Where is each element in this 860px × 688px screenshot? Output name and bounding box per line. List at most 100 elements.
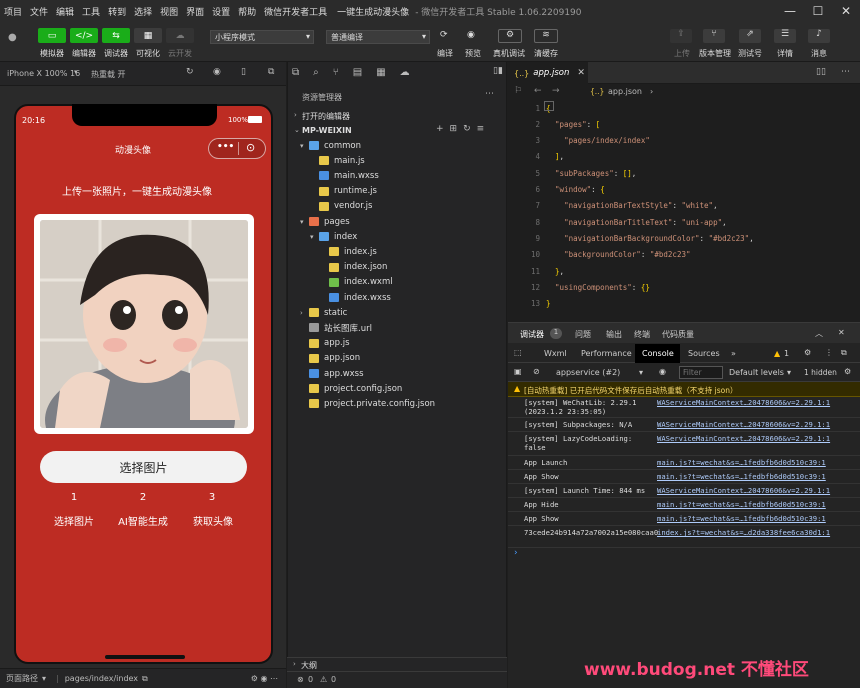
code-line[interactable]: 7 "navigationBarTextStyle": "white",: [508, 198, 717, 214]
menu-item[interactable]: 帮助: [234, 5, 260, 18]
upload-icon[interactable]: ⇪: [670, 29, 692, 43]
tree-item[interactable]: index.wxss: [320, 290, 391, 305]
back-icon[interactable]: ←: [534, 86, 542, 96]
tree-item[interactable]: app.js: [300, 336, 350, 351]
code-line[interactable]: 4 ],: [508, 149, 564, 165]
close-panel-icon[interactable]: ✕: [838, 328, 845, 337]
close-icon[interactable]: ✕: [832, 4, 860, 18]
more-dots-icon[interactable]: •••: [217, 142, 234, 152]
remote-debug-button[interactable]: 真机调试: [489, 48, 529, 59]
popout-icon[interactable]: ⧉: [268, 67, 274, 77]
mode-select[interactable]: 小程序模式 ▾: [210, 30, 314, 44]
tree-item[interactable]: ▾ index: [310, 229, 357, 244]
menu-item[interactable]: 文件: [26, 5, 52, 18]
split-editor-icon[interactable]: ▯▯: [816, 67, 826, 77]
tree-item[interactable]: index.wxml: [320, 275, 393, 290]
remote-debug-icon[interactable]: ⚙: [498, 29, 522, 43]
context-select[interactable]: appservice (#2): [556, 368, 620, 377]
select-image-button[interactable]: 选择图片: [40, 451, 247, 483]
code-line[interactable]: 11 },: [508, 263, 564, 279]
kebab-icon[interactable]: ⋮: [825, 348, 833, 357]
log-source-link[interactable]: WAServiceMainContext…20478606&v=2.29.1:1: [657, 420, 830, 429]
chevron-down-icon[interactable]: ▾: [74, 68, 78, 76]
code-line[interactable]: 13}: [508, 296, 551, 312]
menu-item[interactable]: 界面: [182, 5, 208, 18]
compile-icon[interactable]: ⟳: [440, 30, 448, 40]
dock-icon[interactable]: ⧉: [841, 348, 847, 358]
files-icon[interactable]: ⧉: [292, 67, 299, 78]
tree-item[interactable]: ▾ common: [300, 138, 361, 153]
tree-item[interactable]: project.private.config.json: [300, 396, 435, 411]
messages-button[interactable]: 消息: [799, 48, 839, 59]
scene-icon[interactable]: ⚙ ◉ ⋯: [251, 674, 278, 683]
tree-item[interactable]: app.wxss: [300, 366, 364, 381]
log-source-link[interactable]: main.js?t=wechat&s=…1fedbfb6d0d510c39:1: [657, 458, 826, 467]
split-icon[interactable]: ▯▮: [493, 66, 503, 76]
debugger-toggle-icon[interactable]: ⇆: [102, 28, 130, 43]
tab-console[interactable]: Console: [642, 349, 674, 358]
breadcrumb-file[interactable]: app.json: [608, 87, 642, 96]
tree-item[interactable]: runtime.js: [310, 184, 377, 199]
code-line[interactable]: 6 "window": {: [508, 182, 604, 198]
tab-app-json[interactable]: {..} app.json ✕: [508, 62, 588, 84]
code-line[interactable]: 8 "navigationBarTitleText": "uni-app",: [508, 214, 726, 230]
close-tab-icon[interactable]: ✕: [577, 68, 585, 78]
tree-item[interactable]: 站长图库.url: [300, 320, 372, 335]
debug-icon[interactable]: ▤: [353, 67, 362, 78]
menu-item[interactable]: 编辑: [52, 5, 78, 18]
tree-item[interactable]: index.js: [320, 244, 377, 259]
version-icon[interactable]: ⑂: [703, 29, 725, 43]
tab-problems[interactable]: 问题: [575, 329, 591, 340]
cloud-dev-button[interactable]: 云开发: [160, 48, 200, 59]
menu-item[interactable]: 选择: [130, 5, 156, 18]
outline-section[interactable]: › 大纲: [287, 657, 507, 671]
code-line[interactable]: 12 "usingComponents": {}: [508, 279, 650, 295]
compile-select[interactable]: 普通编译 ▾: [326, 30, 430, 44]
code-editor[interactable]: 1{2 "pages": [3 "pages/index/index" 4 ], 5…: [508, 100, 860, 320]
code-line[interactable]: 10 "backgroundColor": "#bd2c23": [508, 247, 691, 263]
chevron-up-icon[interactable]: ︿: [815, 328, 823, 339]
cloud-icon[interactable]: ☁: [400, 67, 410, 78]
code-line[interactable]: 5 "subPackages": [],: [508, 165, 636, 181]
tab-code-quality[interactable]: 代码质量: [662, 329, 694, 340]
log-source-link[interactable]: WAServiceMainContext…20478606&v=2.29.1:1: [657, 434, 830, 443]
maximize-icon[interactable]: ☐: [804, 4, 832, 18]
tab-output[interactable]: 输出: [606, 329, 622, 340]
code-line[interactable]: 9 "navigationBarBackgroundColor": "#bd2c…: [508, 230, 753, 246]
simulator-toggle-icon[interactable]: ▭: [38, 28, 66, 43]
stop-icon[interactable]: ◉: [213, 67, 221, 77]
menu-item[interactable]: 转到: [104, 5, 130, 18]
tree-item[interactable]: project.config.json: [300, 381, 402, 396]
filter-input[interactable]: [679, 366, 723, 379]
open-editors[interactable]: 打开的编辑器: [302, 111, 350, 122]
tab-performance[interactable]: Performance: [581, 349, 632, 358]
chevron-down-icon[interactable]: ▾: [787, 368, 791, 377]
more-tabs-icon[interactable]: »: [731, 349, 736, 358]
chevron-down-icon[interactable]: ⌄: [294, 126, 300, 134]
tree-item[interactable]: index.json: [320, 260, 387, 275]
test-account-button[interactable]: 测试号: [730, 48, 770, 59]
eye-icon[interactable]: ◉: [659, 367, 666, 376]
menu-item[interactable]: 微信开发者工具: [260, 5, 331, 18]
forward-icon[interactable]: →: [552, 86, 560, 96]
visual-toggle-icon[interactable]: ▦: [134, 28, 162, 43]
minimize-icon[interactable]: —: [776, 4, 804, 18]
avatar-photo[interactable]: [40, 220, 248, 428]
bell-icon[interactable]: ♪: [808, 29, 830, 43]
more-icon[interactable]: ⋯: [485, 89, 494, 99]
code-line[interactable]: 2 "pages": [: [508, 116, 600, 132]
phone-icon[interactable]: ▯: [241, 67, 246, 77]
log-source-link[interactable]: WAServiceMainContext…20478606&v=2.29.1:1: [657, 486, 830, 495]
problems-status[interactable]: ⊗ 0 ⚠ 0: [287, 671, 507, 688]
search-icon[interactable]: ⌕: [313, 67, 319, 78]
test-account-icon[interactable]: ⇗: [739, 29, 761, 43]
page-path-label[interactable]: 页面路径: [6, 673, 38, 684]
log-source-link[interactable]: main.js?t=wechat&s=…1fedbfb6d0d510c39:1: [657, 500, 826, 509]
cloud-dev-icon[interactable]: ☁: [166, 28, 194, 43]
capsule-menu[interactable]: ••• ⊙: [208, 138, 266, 159]
details-icon[interactable]: ☰: [774, 29, 796, 43]
tree-item[interactable]: ▾ pages: [300, 214, 350, 229]
chevron-down-icon[interactable]: ▾: [639, 368, 643, 377]
tree-item[interactable]: main.wxss: [310, 168, 379, 183]
chevron-right-icon[interactable]: ›: [294, 111, 297, 119]
